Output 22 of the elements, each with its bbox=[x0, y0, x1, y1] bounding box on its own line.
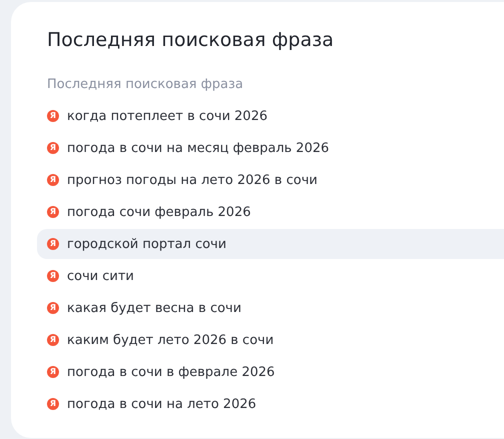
logo-icon: Я bbox=[47, 110, 59, 122]
logo-icon: Я bbox=[47, 206, 59, 218]
search-phrase-item[interactable]: Я погода в сочи в феврале 2026 bbox=[37, 357, 504, 387]
logo-icon: Я bbox=[47, 238, 59, 250]
search-phrase-item[interactable]: Я городской портал сочи bbox=[37, 229, 504, 259]
search-phrase-item[interactable]: Я когда потеплеет в сочи 2026 bbox=[37, 101, 504, 131]
search-phrase-item[interactable]: Я погода сочи февраль 2026 bbox=[37, 197, 504, 227]
card-title: Последняя поисковая фраза bbox=[47, 28, 335, 52]
logo-icon: Я bbox=[47, 366, 59, 378]
logo-icon: Я bbox=[47, 334, 59, 346]
logo-icon: Я bbox=[47, 174, 59, 186]
logo-icon: Я bbox=[47, 142, 59, 154]
logo-icon: Я bbox=[47, 398, 59, 410]
search-phrase-item[interactable]: Я погода в сочи на месяц февраль 2026 bbox=[37, 133, 504, 163]
search-phrase-item[interactable]: Я какая будет весна в сочи bbox=[37, 293, 504, 323]
search-phrase-item[interactable]: Я сочи сити bbox=[37, 261, 504, 291]
search-phrase-item[interactable]: Я каким будет лето 2026 в сочи bbox=[37, 325, 504, 355]
logo-icon: Я bbox=[47, 270, 59, 282]
search-phrase-item[interactable]: Я погода в сочи на лето 2026 bbox=[37, 389, 504, 419]
logo-icon: Я bbox=[47, 302, 59, 314]
search-phrase-item[interactable]: Я прогноз погоды на лето 2026 в сочи bbox=[37, 165, 504, 195]
section-label: Последняя поисковая фраза bbox=[47, 76, 244, 94]
